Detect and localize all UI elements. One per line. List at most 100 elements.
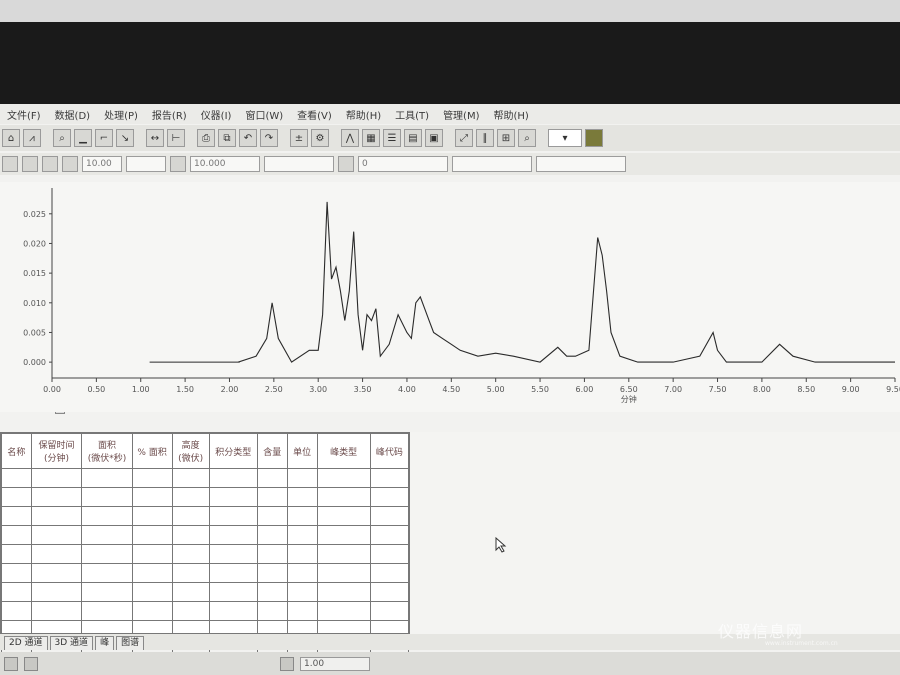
table-cell[interactable] — [208, 601, 258, 621]
column-header[interactable]: 保留时间 (分钟) — [30, 433, 83, 469]
process-icon[interactable]: ⚙ — [311, 129, 329, 147]
param-icon[interactable] — [2, 156, 18, 172]
table-cell[interactable] — [171, 468, 210, 488]
table-cell[interactable] — [208, 582, 258, 602]
table-cell[interactable] — [286, 487, 318, 507]
list-icon[interactable]: ☰ — [383, 129, 401, 147]
table-cell[interactable] — [1, 563, 32, 583]
table-cell[interactable] — [256, 563, 288, 583]
baseline-icon[interactable]: ▁ — [74, 129, 92, 147]
table-row[interactable] — [1, 525, 410, 545]
table-cell[interactable] — [30, 525, 83, 545]
table-cell[interactable] — [286, 468, 318, 488]
table-cell[interactable] — [256, 506, 288, 526]
table-cell[interactable] — [131, 544, 173, 564]
column-header[interactable]: 面积 (微伏*秒) — [81, 433, 133, 469]
table-cell[interactable] — [131, 525, 173, 545]
table-cell[interactable] — [316, 525, 371, 545]
table-cell[interactable] — [171, 506, 210, 526]
table-row[interactable] — [1, 544, 410, 564]
table-cell[interactable] — [286, 582, 318, 602]
table-cell[interactable] — [316, 506, 371, 526]
integrate-icon[interactable]: ⩘ — [23, 129, 41, 147]
table-cell[interactable] — [208, 563, 258, 583]
table-cell[interactable] — [30, 506, 83, 526]
table-cell[interactable] — [81, 506, 133, 526]
threshold-field[interactable]: 10.000 — [190, 156, 260, 172]
redo-icon[interactable]: ↷ — [260, 129, 278, 147]
menu-item[interactable]: 工具(T) — [388, 107, 436, 122]
table-cell[interactable] — [369, 582, 410, 602]
extra-field-2[interactable] — [536, 156, 626, 172]
table-cell[interactable] — [81, 582, 133, 602]
table-cell[interactable] — [369, 525, 410, 545]
column-header[interactable]: 单位 — [286, 433, 318, 469]
table-row[interactable] — [1, 487, 410, 507]
table-cell[interactable] — [208, 487, 258, 507]
column-header[interactable]: 名称 — [1, 433, 32, 469]
table-cell[interactable] — [286, 525, 318, 545]
table-cell[interactable] — [1, 601, 32, 621]
search-icon[interactable]: ⌕ — [518, 129, 536, 147]
table-cell[interactable] — [256, 582, 288, 602]
zoom-icon[interactable]: ⌕ — [53, 129, 71, 147]
scale-icon[interactable] — [22, 156, 38, 172]
table-cell[interactable] — [81, 563, 133, 583]
table-cell[interactable] — [81, 525, 133, 545]
undo-icon[interactable]: ↶ — [239, 129, 257, 147]
table-cell[interactable] — [1, 468, 32, 488]
menu-item[interactable]: 帮助(H) — [487, 107, 536, 122]
color-icon[interactable] — [585, 129, 603, 147]
table-cell[interactable] — [316, 601, 371, 621]
table-cell[interactable] — [81, 468, 133, 488]
table-cell[interactable] — [256, 468, 288, 488]
menu-item[interactable]: 仪器(I) — [194, 107, 239, 122]
print-icon[interactable]: ⎙ — [197, 129, 215, 147]
tab-0[interactable]: 2D 通道 — [4, 636, 48, 650]
column-header[interactable]: % 面积 — [131, 433, 173, 469]
fit-icon[interactable]: ↔ — [146, 129, 164, 147]
table-cell[interactable] — [1, 506, 32, 526]
tab-2[interactable]: 峰 — [95, 636, 115, 650]
table-row[interactable] — [1, 582, 410, 602]
copy-icon[interactable]: ⧉ — [218, 129, 236, 147]
menu-item[interactable]: 管理(M) — [436, 107, 486, 122]
table-cell[interactable] — [171, 544, 210, 564]
menu-item[interactable]: 帮助(H) — [339, 107, 388, 122]
table-cell[interactable] — [316, 544, 371, 564]
chart-icon[interactable] — [42, 156, 58, 172]
menu-item[interactable]: 数据(D) — [48, 107, 98, 122]
table-cell[interactable] — [208, 525, 258, 545]
table-cell[interactable] — [208, 468, 258, 488]
overlay-icon[interactable]: ⤢ — [455, 129, 473, 147]
table-cell[interactable] — [171, 525, 210, 545]
table-cell[interactable] — [81, 544, 133, 564]
table-cell[interactable] — [131, 601, 173, 621]
chromatogram-chart[interactable]: 0.025 0.020 0.015 0.010 0.005 0.000 0.00 0.50 1.… — [0, 182, 900, 412]
table-cell[interactable] — [30, 544, 83, 564]
column-header[interactable]: 含量 — [256, 433, 288, 469]
table-cell[interactable] — [256, 525, 288, 545]
table-cell[interactable] — [131, 487, 173, 507]
table-cell[interactable] — [30, 601, 83, 621]
table-cell[interactable] — [30, 582, 83, 602]
menu-item[interactable]: 文件(F) — [0, 107, 48, 122]
table-row[interactable] — [1, 468, 410, 488]
table-cell[interactable] — [286, 506, 318, 526]
table-cell[interactable] — [256, 487, 288, 507]
lines-icon[interactable]: ∥ — [476, 129, 494, 147]
table-cell[interactable] — [171, 582, 210, 602]
table-cell[interactable] — [369, 563, 410, 583]
table-cell[interactable] — [286, 544, 318, 564]
table-cell[interactable] — [131, 582, 173, 602]
column-header[interactable]: 峰类型 — [316, 433, 371, 469]
table-cell[interactable] — [30, 563, 83, 583]
view-dropdown[interactable]: ▾ — [548, 129, 582, 147]
table-cell[interactable] — [81, 601, 133, 621]
table-cell[interactable] — [369, 487, 410, 507]
table-cell[interactable] — [256, 601, 288, 621]
open-icon[interactable]: ⌂ — [2, 129, 20, 147]
table-cell[interactable] — [286, 601, 318, 621]
table-cell[interactable] — [286, 563, 318, 583]
table-cell[interactable] — [316, 468, 371, 488]
